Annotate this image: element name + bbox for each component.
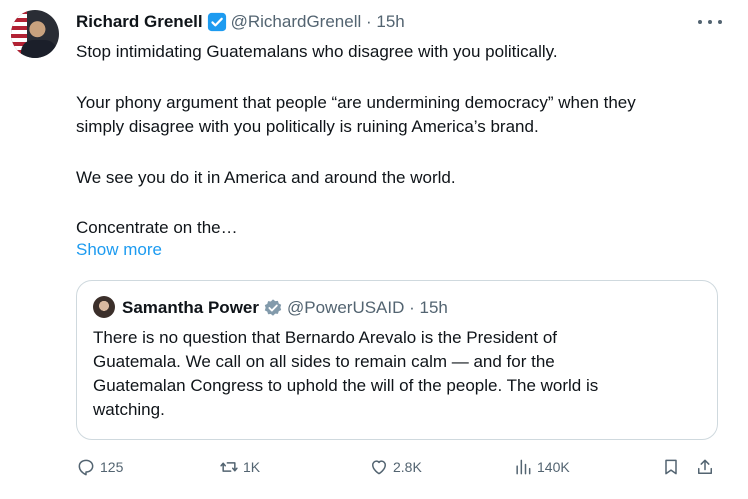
tweet-header: Richard Grenell @RichardGrenell · 15h (76, 11, 405, 33)
views-icon (516, 459, 531, 475)
tweet-line-4: We see you do it in America and around t… (76, 168, 456, 187)
quote-author-handle: @PowerUSAID (287, 298, 405, 317)
share-icon (698, 459, 712, 474)
header-separator: · (361, 12, 377, 31)
quoted-tweet[interactable]: Samantha Power @PowerUSAID · 15h There i… (76, 280, 718, 440)
quote-time: 15h (419, 298, 448, 317)
action-bar: 125 1K 2.8K 140K (76, 455, 718, 479)
like-button[interactable]: 2.8K (369, 455, 422, 479)
quote-line-3: Guatemalan Congress to uphold the will o… (93, 376, 599, 395)
views-count: 140K (537, 459, 570, 475)
show-more-link[interactable]: Show more (76, 240, 162, 260)
verified-icon (207, 12, 226, 32)
tweet-line-3: simply disagree with you politically is … (76, 117, 539, 136)
quote-text: There is no question that Bernardo Areva… (93, 326, 703, 422)
quote-header-separator: · (404, 298, 420, 317)
tweet-line-1: Stop intimidating Guatemalans who disagr… (76, 42, 558, 61)
more-icon[interactable] (698, 14, 722, 30)
reply-icon (78, 459, 94, 476)
repost-icon (220, 462, 238, 472)
views-button[interactable]: 140K (513, 455, 570, 479)
tweet-line-2: Your phony argument that people “are und… (76, 93, 636, 112)
quote-author-avatar (93, 296, 115, 318)
tweet-line-5: Concentrate on the… (76, 218, 238, 237)
like-icon (372, 460, 386, 475)
like-count: 2.8K (393, 459, 422, 475)
quote-header: Samantha Power @PowerUSAID · 15h (122, 296, 448, 320)
tweet-time[interactable]: 15h (376, 12, 404, 32)
author-handle[interactable]: @RichardGrenell (231, 12, 362, 32)
repost-count: 1K (243, 459, 261, 475)
author-name[interactable]: Richard Grenell (76, 12, 203, 32)
quote-line-2: Guatemala. We call on all sides to remai… (93, 352, 555, 371)
share-button[interactable] (695, 455, 719, 479)
quote-line-4: watching. (93, 400, 165, 419)
reply-count: 125 (100, 459, 124, 475)
quote-line-1: There is no question that Bernardo Areva… (93, 328, 557, 347)
avatar-figure (21, 40, 57, 58)
bookmark-button[interactable] (661, 455, 685, 479)
repost-button[interactable]: 1K (219, 455, 260, 479)
reply-button[interactable]: 125 (76, 455, 123, 479)
author-avatar[interactable] (11, 10, 59, 58)
quote-author-name: Samantha Power (122, 298, 259, 317)
gray-verified-icon (264, 299, 282, 316)
bookmark-icon (665, 459, 677, 475)
